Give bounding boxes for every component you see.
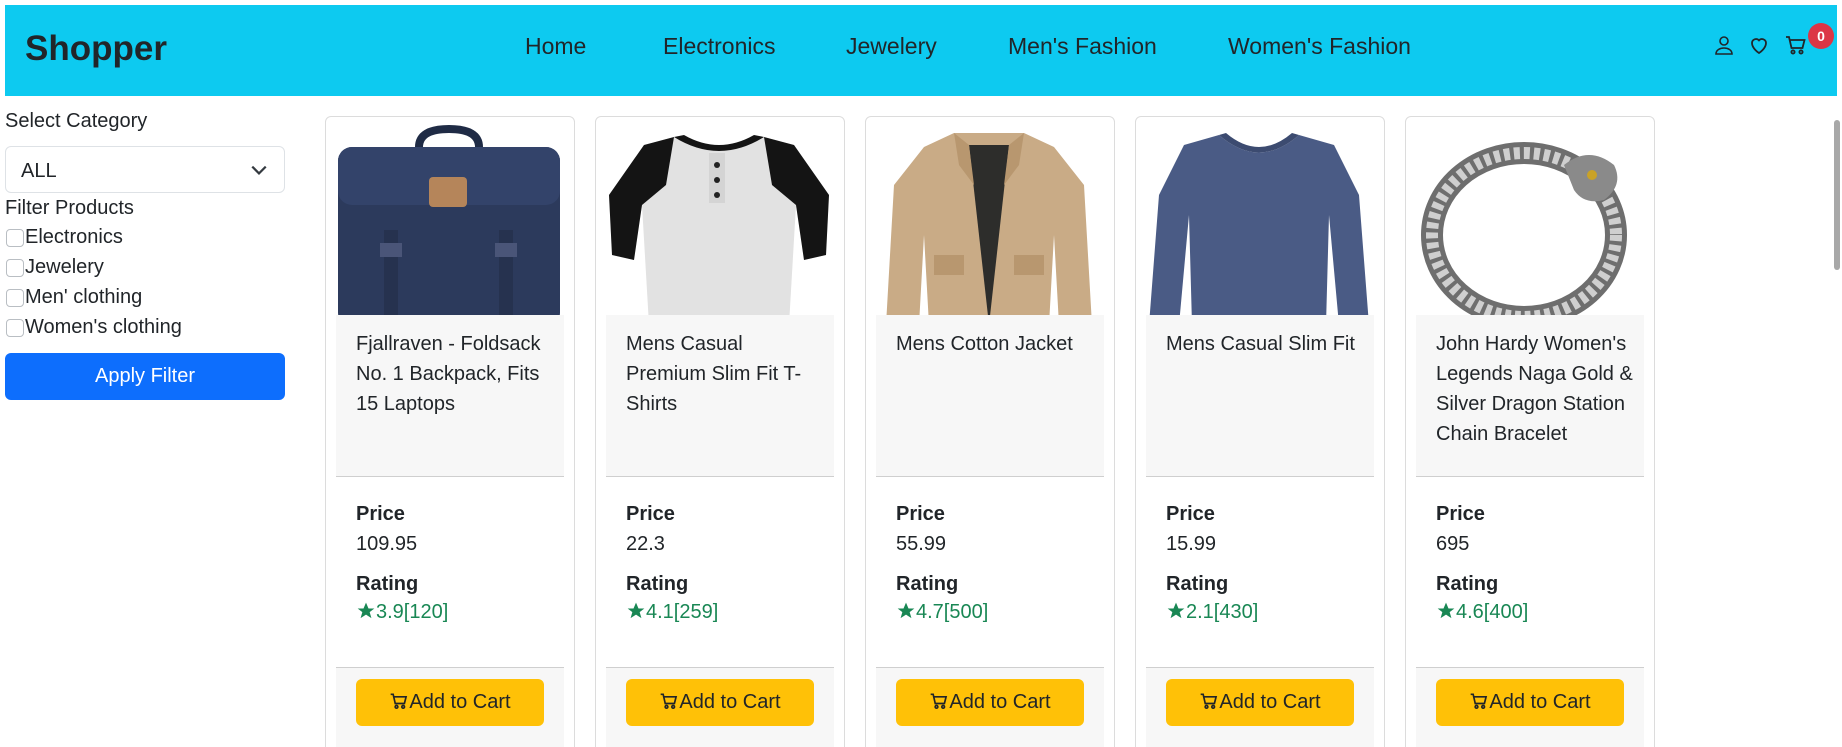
checkbox[interactable] [6,289,24,307]
product-card: Mens Casual Premium Slim Fit T-Shirts Pr… [595,116,845,747]
nav-electronics[interactable]: Electronics [663,33,775,60]
product-title[interactable]: Mens Cotton Jacket [896,329,1096,359]
page-scrollbar[interactable] [1832,110,1842,747]
product-card: Fjallraven - Foldsack No. 1 Backpack, Fi… [325,116,575,747]
card-footer: Add to Cart [1146,667,1374,747]
select-category-label: Select Category [5,110,148,132]
product-image-tshirt[interactable] [604,125,834,330]
rating-value: 4.6[400] [1456,601,1529,623]
add-to-cart-label: Add to Cart [949,691,1051,713]
brand-logo[interactable]: Shopper [25,29,167,69]
price-label: Price [626,503,675,525]
filter-products-label: Filter Products [5,197,134,219]
add-to-cart-label: Add to Cart [409,691,511,713]
add-to-cart-button[interactable]: Add to Cart [626,679,814,726]
price-label: Price [1166,503,1215,525]
product-title[interactable]: Mens Casual Slim Fit [1166,329,1366,359]
product-title-box: Mens Casual Slim Fit [1146,315,1374,477]
cart-icon [391,693,408,709]
scrollbar-thumb[interactable] [1834,120,1840,270]
star-icon [627,602,645,619]
star-icon [357,602,375,619]
product-image-bracelet[interactable] [1414,125,1644,330]
add-to-cart-button[interactable]: Add to Cart [1436,679,1624,726]
star-icon [897,602,915,619]
user-icon[interactable] [1712,33,1736,57]
price-label: Price [356,503,405,525]
cart-icon [931,693,948,709]
cart-icon[interactable] [1784,33,1808,57]
rating-value: 3.9[120] [376,601,449,623]
card-footer: Add to Cart [336,667,564,747]
price-label: Price [1436,503,1485,525]
rating-value-row: 4.7[500] [896,601,988,624]
product-title[interactable]: Mens Casual Premium Slim Fit T-Shirts [626,329,826,419]
heart-icon[interactable] [1747,33,1771,57]
checkbox[interactable] [6,319,24,337]
product-card: Mens Casual Slim Fit Price 15.99 Rating … [1135,116,1385,747]
rating-value: 4.7[500] [916,601,989,623]
rating-label: Rating [626,573,689,595]
cart-icon [1471,693,1488,709]
nav-mens-fashion[interactable]: Men's Fashion [1008,33,1157,60]
price-label: Price [896,503,945,525]
product-image-jacket[interactable] [874,125,1104,330]
card-footer: Add to Cart [606,667,834,747]
price-value: 22.3 [626,533,665,555]
product-title[interactable]: Fjallraven - Foldsack No. 1 Backpack, Fi… [356,329,556,419]
rating-label: Rating [1166,573,1229,595]
cart-count-badge: 0 [1808,23,1834,49]
price-value: 695 [1436,533,1470,555]
card-footer: Add to Cart [1416,667,1644,747]
rating-value-row: 2.1[430] [1166,601,1258,624]
rating-value-row: 4.1[259] [626,601,718,624]
star-icon [1167,602,1185,619]
filter-label: Electronics [25,226,123,248]
rating-label: Rating [1436,573,1499,595]
add-to-cart-label: Add to Cart [679,691,781,713]
category-select[interactable]: ALL [5,146,285,193]
rating-value: 2.1[430] [1186,601,1259,623]
checkbox[interactable] [6,259,24,277]
product-image-backpack[interactable] [334,125,564,330]
price-value: 109.95 [356,533,418,555]
top-navbar: Shopper Home Electronics Jewelery Men's … [5,5,1837,96]
product-title-box: Fjallraven - Foldsack No. 1 Backpack, Fi… [336,315,564,477]
card-footer: Add to Cart [876,667,1104,747]
nav-jewelery[interactable]: Jewelery [846,33,937,60]
checkbox[interactable] [6,229,24,247]
rating-value: 4.1[259] [646,601,719,623]
product-title[interactable]: John Hardy Women's Legends Naga Gold & S… [1436,329,1636,449]
filter-label: Men' clothing [25,286,143,308]
add-to-cart-button[interactable]: Add to Cart [896,679,1084,726]
nav-womens-fashion[interactable]: Women's Fashion [1228,33,1411,60]
product-image-longsleeve[interactable] [1144,125,1374,330]
product-title-box: Mens Cotton Jacket [876,315,1104,477]
rating-value-row: 4.6[400] [1436,601,1528,624]
nav-home[interactable]: Home [525,33,586,60]
category-select-value: ALL [21,160,57,182]
rating-value-row: 3.9[120] [356,601,448,624]
star-icon [1437,602,1455,619]
apply-filter-button[interactable]: Apply Filter [5,353,285,400]
rating-label: Rating [356,573,419,595]
rating-label: Rating [896,573,959,595]
product-title-box: John Hardy Women's Legends Naga Gold & S… [1416,315,1644,477]
chevron-down-icon [251,165,267,175]
cart-icon [1201,693,1218,709]
price-value: 55.99 [896,533,947,555]
add-to-cart-label: Add to Cart [1489,691,1591,713]
product-title-box: Mens Casual Premium Slim Fit T-Shirts [606,315,834,477]
filter-label: Women's clothing [25,316,182,338]
add-to-cart-label: Add to Cart [1219,691,1321,713]
product-card: John Hardy Women's Legends Naga Gold & S… [1405,116,1655,747]
filter-label: Jewelery [25,256,104,278]
add-to-cart-button[interactable]: Add to Cart [1166,679,1354,726]
add-to-cart-button[interactable]: Add to Cart [356,679,544,726]
cart-icon [661,693,678,709]
price-value: 15.99 [1166,533,1217,555]
product-card: Mens Cotton Jacket Price 55.99 Rating 4.… [865,116,1115,747]
